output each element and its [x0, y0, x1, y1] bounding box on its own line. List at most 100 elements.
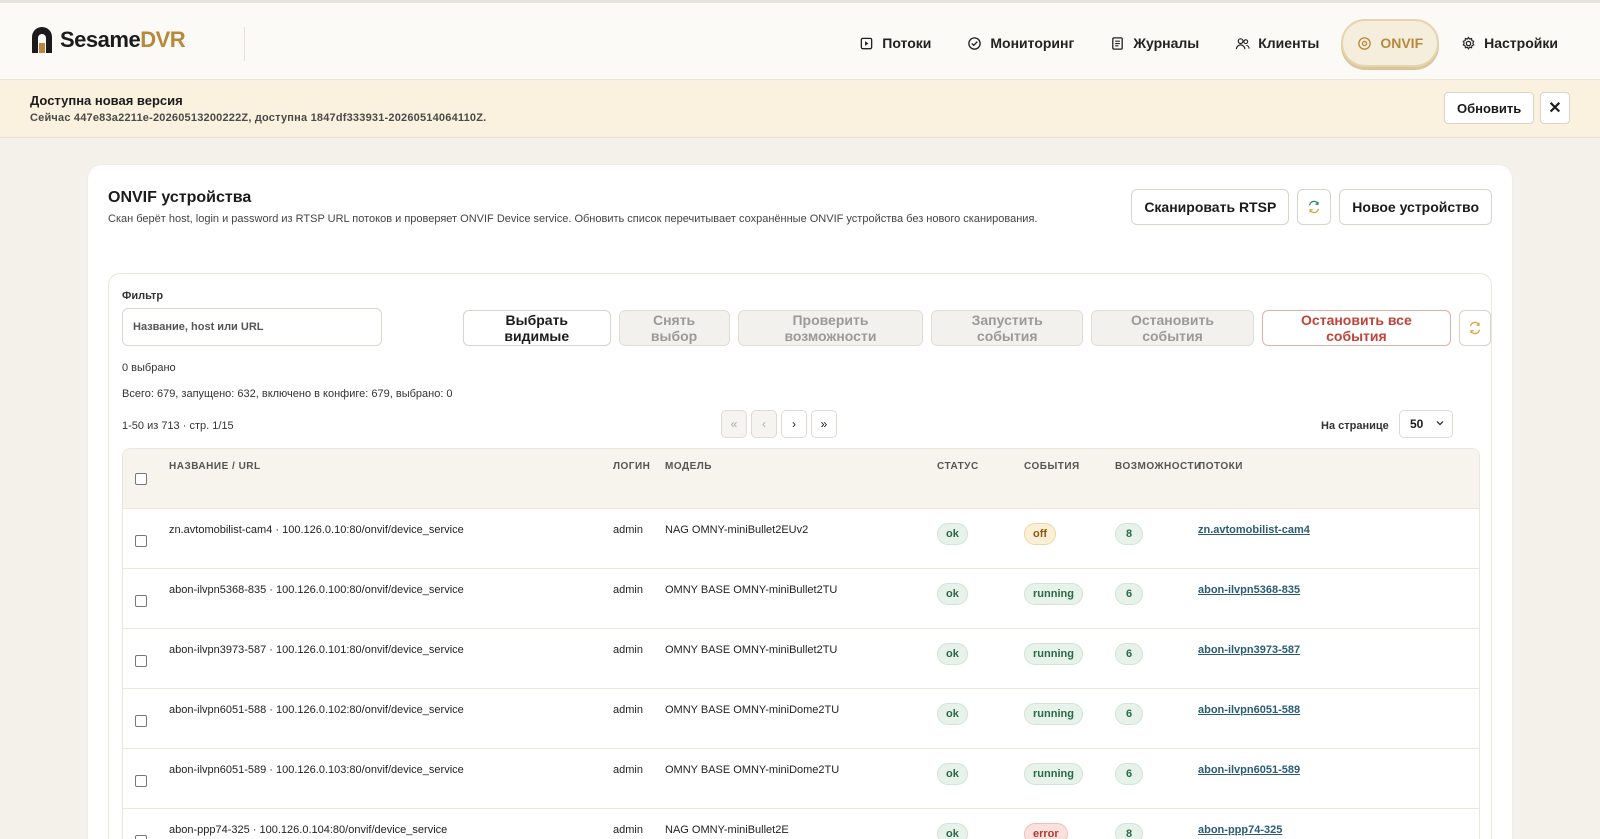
device-login: admin [613, 704, 643, 716]
nav-item-streams[interactable]: Потоки [845, 19, 945, 67]
capabilities-badge: 6 [1115, 703, 1143, 725]
capabilities-badge: 6 [1115, 643, 1143, 665]
device-model: OMNY BASE OMNY-miniBullet2TU [665, 584, 838, 596]
clear-selection-button[interactable]: Снять выбор [618, 310, 730, 346]
nav-item-onvif[interactable]: ONVIF [1341, 19, 1440, 67]
per-page-select[interactable]: 50 [1399, 410, 1453, 438]
events-badge: running [1024, 643, 1083, 665]
stream-link[interactable]: abon-ilvpn5368-835 [1198, 584, 1300, 596]
row-checkbox[interactable] [135, 595, 147, 607]
stream-link[interactable]: abon-ilvpn3973-587 [1198, 644, 1300, 656]
devices-table: НАЗВАНИЕ / URL ЛОГИН МОДЕЛЬ СТАТУС СОБЫТ… [122, 448, 1480, 839]
nav-item-settings[interactable]: Настройки [1447, 19, 1572, 67]
device-model: NAG OMNY-miniBullet2EUv2 [665, 524, 809, 536]
column-header-name[interactable]: НАЗВАНИЕ / URL [169, 461, 261, 472]
per-page-value: 50 [1410, 417, 1424, 431]
filter-input[interactable] [122, 308, 382, 346]
logo[interactable]: SesameDVR [30, 25, 186, 55]
device-login: admin [613, 764, 643, 776]
new-device-button[interactable]: Новое устройство [1339, 189, 1492, 225]
column-header-streams[interactable]: ПОТОКИ [1198, 461, 1243, 472]
table-row[interactable]: abon-ilvpn5368-835 · 100.126.0.100:80/on… [123, 569, 1479, 629]
bulk-actions: Выбрать видимые Снять выбор Проверить во… [463, 310, 1491, 346]
update-button[interactable]: Обновить [1444, 92, 1535, 124]
card-actions: Сканировать RTSP Новое устройство [1131, 189, 1492, 225]
events-badge: off [1024, 523, 1057, 545]
last-page-button[interactable]: » [811, 410, 837, 438]
nav-item-monitoring[interactable]: Мониторинг [953, 19, 1088, 67]
logs-icon [1112, 36, 1124, 50]
column-header-capabilities[interactable]: ВОЗМОЖНОСТИ [1115, 461, 1202, 472]
table-row[interactable]: abon-ilvpn6051-588 · 100.126.0.102:80/on… [123, 689, 1479, 749]
stop-events-button[interactable]: Остановить события [1091, 310, 1254, 346]
page-description: Скан берёт host, login и password из RTS… [108, 213, 1038, 225]
prev-page-button[interactable]: ‹ [751, 410, 777, 438]
stream-link[interactable]: zn.avtomobilist-cam4 [1198, 524, 1310, 536]
device-model: OMNY BASE OMNY-miniBullet2TU [665, 644, 838, 656]
start-events-button[interactable]: Запустить события [931, 310, 1084, 346]
device-login: admin [613, 584, 643, 596]
row-checkbox[interactable] [135, 655, 147, 667]
device-login: admin [613, 524, 643, 536]
capabilities-badge: 8 [1115, 823, 1143, 839]
column-header-model[interactable]: МОДЕЛЬ [665, 461, 712, 472]
table-row[interactable]: zn.avtomobilist-cam4 · 100.126.0.10:80/o… [123, 509, 1479, 569]
events-badge: running [1024, 583, 1083, 605]
nav-label: ONVIF [1380, 35, 1424, 51]
device-login: admin [613, 644, 643, 656]
row-checkbox[interactable] [135, 835, 147, 839]
status-badge: ok [937, 643, 968, 665]
first-page-button[interactable]: « [721, 410, 747, 438]
events-badge: error [1024, 823, 1068, 839]
page-range: 1-50 из 713 · стр. 1/15 [122, 420, 234, 432]
logo-divider [244, 27, 245, 61]
refresh-devices-button[interactable] [1458, 310, 1491, 346]
selected-count: 0 выбрано [122, 362, 176, 374]
column-header-login[interactable]: ЛОГИН [613, 461, 650, 472]
row-checkbox[interactable] [135, 715, 147, 727]
capabilities-badge: 6 [1115, 763, 1143, 785]
stop-all-events-button[interactable]: Остановить все события [1261, 310, 1451, 346]
column-header-status[interactable]: СТАТУС [937, 461, 979, 472]
device-model: OMNY BASE OMNY-miniDome2TU [665, 704, 840, 716]
onvif-card: ONVIF устройства Скан берёт host, login … [88, 165, 1512, 839]
events-badge: running [1024, 703, 1083, 725]
streams-icon [860, 37, 873, 49]
table-row[interactable]: abon-ilvpn6051-589 · 100.126.0.103:80/on… [123, 749, 1479, 809]
status-badge: ok [937, 823, 968, 839]
nav-item-clients[interactable]: Клиенты [1221, 19, 1333, 67]
nav-label: Клиенты [1258, 35, 1320, 51]
scan-rtsp-button[interactable]: Сканировать RTSP [1131, 189, 1290, 225]
close-banner-button[interactable]: ✕ [1540, 92, 1570, 124]
nav-label: Потоки [882, 35, 932, 51]
banner-title: Доступна новая версия [30, 93, 183, 108]
stream-link[interactable]: abon-ilvpn6051-588 [1198, 704, 1300, 716]
row-checkbox[interactable] [135, 535, 147, 547]
status-badge: ok [937, 523, 968, 545]
status-badge: ok [937, 703, 968, 725]
device-name-url: abon-ilvpn5368-835 · 100.126.0.100:80/on… [169, 584, 464, 596]
table-row[interactable]: abon-ilvpn3973-587 · 100.126.0.101:80/on… [123, 629, 1479, 689]
logo-icon [32, 27, 52, 53]
status-badge: ok [937, 763, 968, 785]
select-visible-button[interactable]: Выбрать видимые [463, 310, 611, 346]
column-header-events[interactable]: СОБЫТИЯ [1024, 461, 1080, 472]
nav-label: Мониторинг [990, 35, 1075, 51]
refresh-list-button[interactable] [1297, 189, 1332, 225]
device-name-url: abon-ilvpn6051-588 · 100.126.0.102:80/on… [169, 704, 464, 716]
nav-item-logs[interactable]: Журналы [1096, 19, 1213, 67]
select-all-checkbox[interactable] [135, 473, 147, 485]
nav-label: Журналы [1133, 35, 1200, 51]
row-checkbox[interactable] [135, 775, 147, 787]
logo-accent: DVR [140, 27, 186, 52]
devices-panel: Фильтр Выбрать видимые Снять выбор Прове… [108, 273, 1492, 839]
table-row[interactable]: abon-ppp74-325 · 100.126.0.104:80/onvif/… [123, 809, 1479, 839]
next-page-button[interactable]: › [781, 410, 807, 438]
refresh-icon [1309, 200, 1320, 214]
stream-link[interactable]: abon-ilvpn6051-589 [1198, 764, 1300, 776]
check-capabilities-button[interactable]: Проверить возможности [737, 310, 924, 346]
banner-text: Сейчас 447e83a2211e-20260513200222Z, дос… [30, 112, 487, 124]
stream-link[interactable]: abon-ppp74-325 [1198, 824, 1282, 836]
status-badge: ok [937, 583, 968, 605]
table-header: НАЗВАНИЕ / URL ЛОГИН МОДЕЛЬ СТАТУС СОБЫТ… [123, 449, 1479, 509]
